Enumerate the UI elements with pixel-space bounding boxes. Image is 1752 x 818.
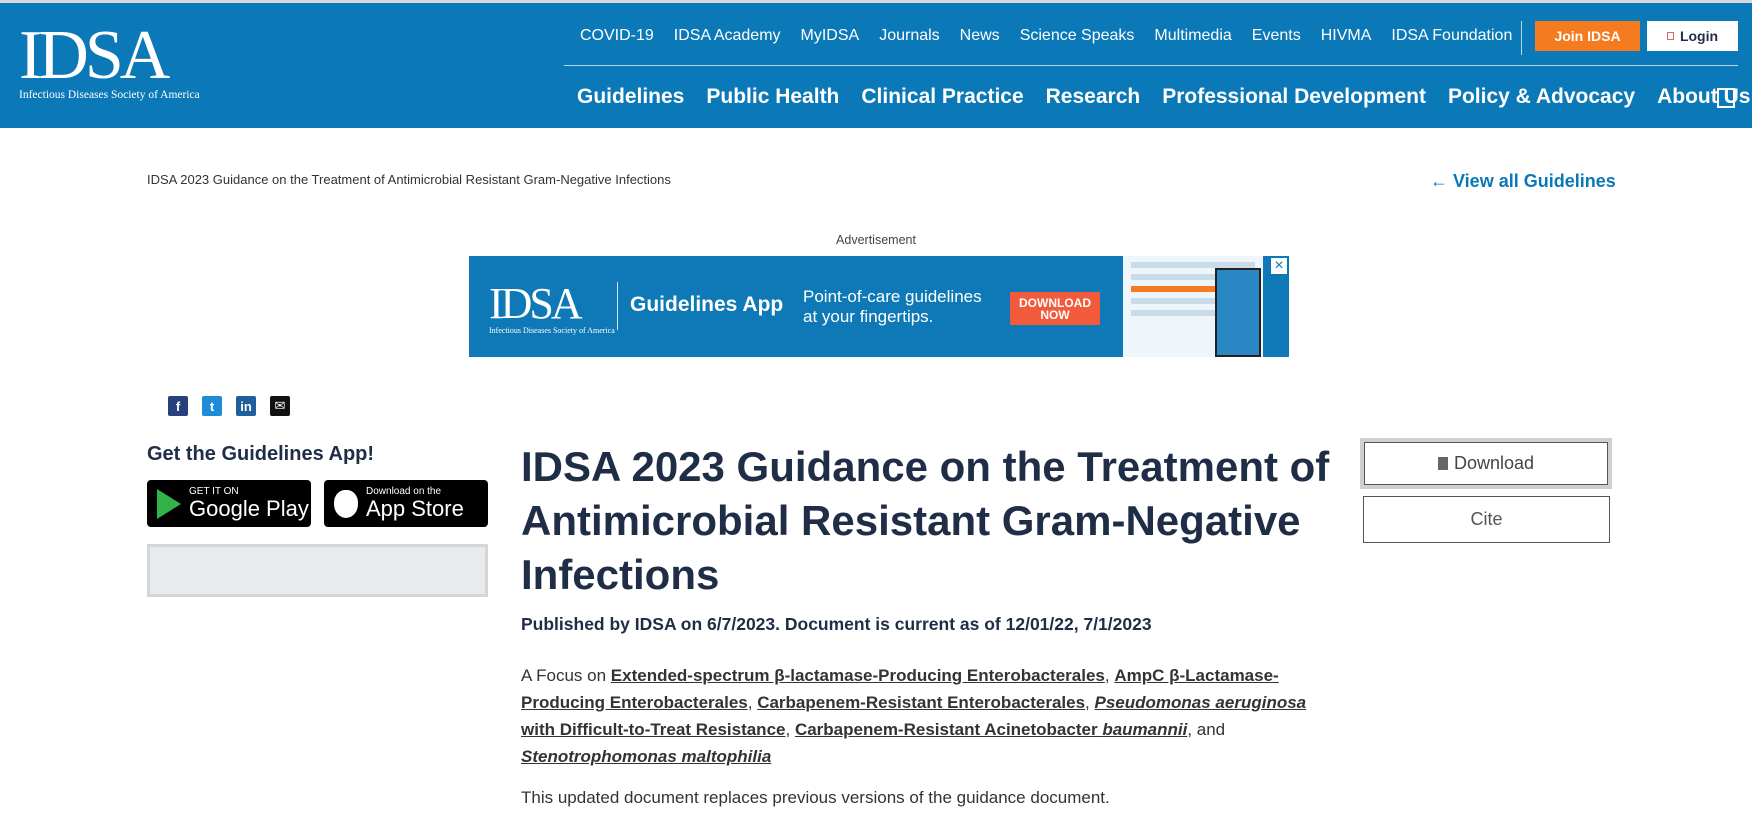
stenotrophomonas-link[interactable]: Stenotrophomonas maltophilia: [521, 747, 771, 766]
login-button[interactable]: Login: [1647, 21, 1738, 51]
pseudomonas-suffix: with Difficult-to-Treat Resistance: [521, 720, 786, 739]
breadcrumb: IDSA 2023 Guidance on the Treatment of A…: [147, 172, 671, 187]
stenotrophomonas-name: Stenotrophomonas maltophilia: [521, 747, 772, 766]
util-nav-journals[interactable]: Journals: [879, 27, 939, 45]
app-store-button[interactable]: Download on the App Store: [324, 480, 488, 527]
email-icon[interactable]: ✉: [270, 396, 290, 416]
util-nav-events[interactable]: Events: [1252, 27, 1301, 45]
idsa-logo[interactable]: IDSA Infectious Diseases Society of Amer…: [19, 17, 200, 102]
download-button[interactable]: Download: [1360, 438, 1612, 489]
facebook-icon[interactable]: f: [168, 396, 188, 416]
comma: ,: [785, 720, 791, 739]
logo-subtitle: Infectious Diseases Society of America: [19, 89, 200, 101]
ad-phone-image: [1123, 256, 1263, 357]
and-text: , and: [1187, 720, 1226, 739]
acinetobacter-name: Carbapenem-Resistant Acinetobacter: [794, 720, 1103, 739]
main-nav: Guidelines Public Health Clinical Practi…: [577, 85, 1750, 109]
esbl-link[interactable]: Extended-spectrum β-lactamase-Producing …: [611, 666, 1105, 685]
main-nav-professional-development[interactable]: Professional Development: [1162, 85, 1426, 109]
main-nav-policy-advocacy[interactable]: Policy & Advocacy: [1448, 85, 1635, 109]
share-bar: f t in ✉: [168, 396, 290, 416]
utility-nav: COVID-19 IDSA Academy MyIDSA Journals Ne…: [580, 27, 1512, 45]
guidelines-app-ad[interactable]: IDSA Infectious Diseases Society of Amer…: [469, 256, 1289, 357]
ad-app-name: Guidelines App: [630, 293, 784, 316]
main-nav-clinical-practice[interactable]: Clinical Practice: [861, 85, 1023, 109]
google-play-big: Google Play: [189, 496, 309, 521]
google-play-icon: [157, 488, 181, 519]
ad-divider: [617, 282, 618, 330]
linkedin-icon[interactable]: in: [236, 396, 256, 416]
lock-icon: [1666, 32, 1674, 40]
published-info: Published by IDSA on 6/7/2023. Document …: [521, 614, 1152, 634]
twitter-icon[interactable]: t: [202, 396, 222, 416]
main-nav-guidelines[interactable]: Guidelines: [577, 85, 684, 109]
main-nav-public-health[interactable]: Public Health: [706, 85, 839, 109]
ad-close-icon[interactable]: ×: [1270, 257, 1288, 275]
util-nav-science-speaks[interactable]: Science Speaks: [1020, 27, 1135, 45]
cre-link[interactable]: Carbapenem-Resistant Enterobacterales: [757, 693, 1085, 712]
site-header: IDSA Infectious Diseases Society of Amer…: [0, 3, 1752, 128]
ad-logo-subtitle: Infectious Diseases Society of America: [489, 326, 615, 335]
get-app-heading: Get the Guidelines App!: [147, 443, 375, 465]
app-store-big: App Store: [366, 496, 464, 521]
cite-button[interactable]: Cite: [1363, 496, 1610, 543]
download-label: Download: [1453, 453, 1535, 473]
advertisement-label: Advertisement: [836, 233, 916, 247]
replaces-note: This updated document replaces previous …: [521, 788, 1110, 807]
apple-icon: [334, 489, 358, 518]
main-nav-research[interactable]: Research: [1046, 85, 1141, 109]
util-nav-myidsa[interactable]: MyIDSA: [801, 27, 860, 45]
util-nav-multimedia[interactable]: Multimedia: [1154, 27, 1231, 45]
ad-tagline: Point-of-care guidelines at your fingert…: [803, 287, 982, 327]
focus-paragraph: A Focus on Extended-spectrum β-lactamase…: [521, 662, 1331, 770]
google-play-button[interactable]: GET IT ON Google Play: [147, 480, 311, 527]
util-nav-academy[interactable]: IDSA Academy: [674, 27, 781, 45]
ad-phone-screen: [1215, 268, 1261, 357]
util-nav-news[interactable]: News: [960, 27, 1000, 45]
view-all-guidelines-link[interactable]: ← View all Guidelines: [1430, 171, 1616, 192]
pseudomonas-name: Pseudomonas aeruginosa: [1094, 693, 1307, 712]
join-idsa-button[interactable]: Join IDSA: [1535, 21, 1640, 51]
nav-divider: [564, 65, 1738, 66]
util-nav-foundation[interactable]: IDSA Foundation: [1391, 27, 1512, 45]
comma: ,: [1104, 666, 1110, 685]
ad-download-now-button[interactable]: DOWNLOAD NOW: [1010, 292, 1100, 325]
search-toggle-icon[interactable]: [1717, 88, 1735, 108]
ad-logo: IDSA: [489, 279, 583, 328]
pdf-icon: [1437, 457, 1448, 470]
comma: ,: [747, 693, 753, 712]
comma: ,: [1085, 693, 1090, 712]
ad-tagline-line1: Point-of-care guidelines: [803, 287, 982, 306]
focus-prefix: A Focus on: [521, 666, 611, 685]
main-nav-about-us[interactable]: About Us: [1657, 85, 1750, 109]
sidebar-widget: [147, 544, 488, 597]
ad-download-line2: NOW: [1040, 307, 1070, 322]
baumannii-name: baumannii: [1102, 720, 1188, 739]
page-title: IDSA 2023 Guidance on the Treatment of A…: [521, 443, 1330, 598]
acinetobacter-link[interactable]: Carbapenem-Resistant Acinetobacter bauma…: [795, 720, 1187, 739]
logo-mark: IDSA: [19, 17, 170, 94]
login-label: Login: [1679, 28, 1719, 44]
ad-tagline-line2: at your fingertips.: [803, 307, 934, 326]
nav-separator: [1521, 21, 1522, 55]
util-nav-hivma[interactable]: HIVMA: [1321, 27, 1372, 45]
util-nav-covid[interactable]: COVID-19: [580, 27, 654, 45]
